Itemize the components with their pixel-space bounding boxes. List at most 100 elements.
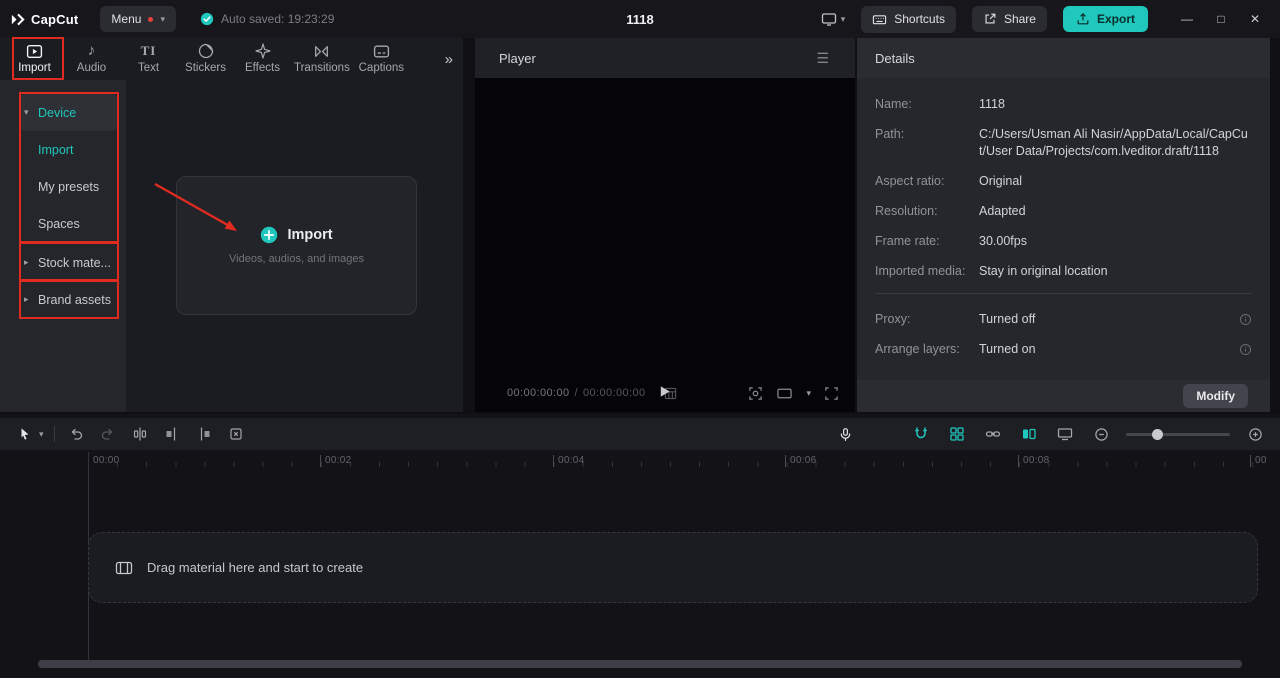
detail-row-aspect-ratio: Aspect ratio: Original xyxy=(875,173,1252,190)
details-body: Name: 1118 Path: C:/Users/Usman Ali Nasi… xyxy=(857,78,1270,412)
sidebar-item-my-presets[interactable]: My presets xyxy=(20,168,117,205)
share-icon xyxy=(983,12,997,26)
tab-import[interactable]: Import xyxy=(6,42,63,80)
menu-button[interactable]: Menu ▾ xyxy=(100,6,176,32)
import-card-title: Import xyxy=(287,227,333,243)
chevron-right-icon: ▸ xyxy=(24,294,29,304)
aspect-ratio-icon[interactable] xyxy=(776,386,793,401)
fullscreen-icon[interactable] xyxy=(824,386,839,401)
media-tabbar: Import ♪ Audio TI Text Stickers Effects … xyxy=(0,38,463,80)
detail-value: C:/Users/Usman Ali Nasir/AppData/Local/C… xyxy=(979,127,1248,158)
split-button[interactable] xyxy=(129,423,151,445)
logo-text: CapCut xyxy=(31,11,79,27)
tab-stickers[interactable]: Stickers xyxy=(177,42,234,80)
capcut-window: CapCut Menu ▾ Auto saved: 19:23:29 1118 … xyxy=(0,0,1280,678)
share-button[interactable]: Share xyxy=(971,6,1047,32)
auto-snap-toggle[interactable] xyxy=(946,423,968,445)
zoom-out-icon[interactable] xyxy=(1090,423,1112,445)
undo-button[interactable] xyxy=(65,423,87,445)
zoom-slider-handle[interactable] xyxy=(1152,428,1163,440)
export-button[interactable]: Export xyxy=(1062,6,1148,32)
transitions-icon xyxy=(313,42,330,60)
tab-label: Stickers xyxy=(185,62,226,74)
delete-button[interactable] xyxy=(225,423,247,445)
export-icon xyxy=(1076,12,1090,26)
sidebar-item-label: My presets xyxy=(38,179,100,194)
display-mode-button[interactable]: ▾ xyxy=(821,11,845,27)
select-tool-button[interactable] xyxy=(14,423,36,445)
info-icon[interactable] xyxy=(1239,311,1252,328)
effects-star-icon xyxy=(254,42,271,60)
detail-row-imported-media: Imported media: Stay in original locatio… xyxy=(875,263,1252,280)
detail-label: Proxy: xyxy=(875,312,911,326)
record-voiceover-icon[interactable] xyxy=(834,423,856,445)
media-sidebar: ▾ Device Import My presets Spaces ▸ Stoc… xyxy=(0,80,126,412)
export-label: Export xyxy=(1096,12,1135,26)
zoom-in-icon[interactable] xyxy=(1244,423,1266,445)
chevron-down-icon[interactable]: ▾ xyxy=(39,429,44,439)
player-menu-icon[interactable]: ☰ xyxy=(816,50,829,67)
autosave-status: Auto saved: 19:23:29 xyxy=(200,12,334,26)
ruler-label: 00:06 xyxy=(785,455,817,467)
shortcuts-button[interactable]: Shortcuts xyxy=(861,5,956,33)
detail-row-path: Path: C:/Users/Usman Ali Nasir/AppData/L… xyxy=(875,126,1252,160)
tab-text[interactable]: TI Text xyxy=(120,42,177,80)
detail-value: Adapted xyxy=(979,204,1026,218)
details-panel: Details Name: 1118 Path: C:/Users/Usman … xyxy=(857,38,1270,412)
mirror-clips-toggle[interactable] xyxy=(1018,423,1040,445)
tab-effects[interactable]: Effects xyxy=(234,42,291,80)
sidebar-item-brand-assets[interactable]: ▸ Brand assets xyxy=(20,281,117,318)
timeline-view-tools xyxy=(834,423,1266,445)
player-panel: Player ☰ 00:00:00:00 / 00:00:00:00 ▾ xyxy=(475,38,855,412)
details-header: Details xyxy=(857,38,1270,78)
topbar: CapCut Menu ▾ Auto saved: 19:23:29 1118 … xyxy=(0,0,1280,38)
sidebar-item-import[interactable]: Import xyxy=(20,131,117,168)
detail-value: Stay in original location xyxy=(979,264,1108,278)
detail-label: Path: xyxy=(875,127,905,141)
tab-transitions[interactable]: Transitions xyxy=(291,42,353,80)
preview-axis-toggle[interactable] xyxy=(1054,423,1076,445)
timeline-drop-hint: Drag material here and start to create xyxy=(147,560,364,575)
timeline-ruler[interactable]: 00:00 00:02 00:04 00:06 00:08 00 xyxy=(0,452,1280,470)
text-icon: TI xyxy=(140,43,157,58)
maximize-button[interactable]: □ xyxy=(1204,12,1238,26)
detail-value: 1118 xyxy=(979,97,1005,111)
detail-value: Turned on xyxy=(979,342,1036,356)
tab-label: Audio xyxy=(76,62,107,74)
media-panel: Import ♪ Audio TI Text Stickers Effects … xyxy=(0,38,463,412)
media-body: ▾ Device Import My presets Spaces ▸ Stoc… xyxy=(0,80,463,412)
delete-left-button[interactable] xyxy=(161,423,183,445)
player-view-tools: ▾ xyxy=(748,386,839,401)
timeline-dropzone[interactable]: Drag material here and start to create xyxy=(88,532,1258,603)
link-toggle[interactable] xyxy=(982,423,1004,445)
info-icon[interactable] xyxy=(1239,341,1252,358)
redo-button[interactable] xyxy=(97,423,119,445)
close-button[interactable]: ✕ xyxy=(1238,12,1272,26)
tab-label: Transitions xyxy=(294,62,350,74)
project-title: 1118 xyxy=(626,11,654,27)
play-button[interactable] xyxy=(659,385,672,401)
timeline-zoom-slider[interactable] xyxy=(1126,428,1230,440)
chevron-down-icon: ▾ xyxy=(24,107,29,117)
detail-value: Original xyxy=(979,174,1023,188)
fit-to-screen-icon[interactable] xyxy=(748,386,763,401)
timeline-scrollbar[interactable] xyxy=(38,660,1242,668)
sidebar-item-device[interactable]: ▾ Device xyxy=(20,94,117,131)
topbar-actions: ▾ Shortcuts Share Export — □ ✕ xyxy=(821,5,1272,33)
detail-label: Arrange layers: xyxy=(875,342,960,356)
delete-right-button[interactable] xyxy=(193,423,215,445)
main-track-magnet-toggle[interactable] xyxy=(910,423,932,445)
more-tabs-button[interactable]: » xyxy=(445,51,453,68)
monitor-icon xyxy=(821,11,837,27)
tab-captions[interactable]: Captions xyxy=(353,42,410,80)
sidebar-item-stock-materials[interactable]: ▸ Stock mate... xyxy=(20,244,117,281)
capcut-logo-icon xyxy=(10,12,25,27)
modify-button[interactable]: Modify xyxy=(1183,384,1248,408)
import-dropzone-card[interactable]: Import Videos, audios, and images xyxy=(176,176,417,315)
tab-audio[interactable]: ♪ Audio xyxy=(63,42,120,80)
sidebar-item-spaces[interactable]: Spaces xyxy=(20,205,117,242)
timeline-edit-tools: ▾ xyxy=(14,423,247,445)
timecode: 00:00:00:00 / 00:00:00:00 xyxy=(507,387,646,399)
tab-label: Import xyxy=(18,62,51,74)
minimize-button[interactable]: — xyxy=(1170,12,1204,26)
